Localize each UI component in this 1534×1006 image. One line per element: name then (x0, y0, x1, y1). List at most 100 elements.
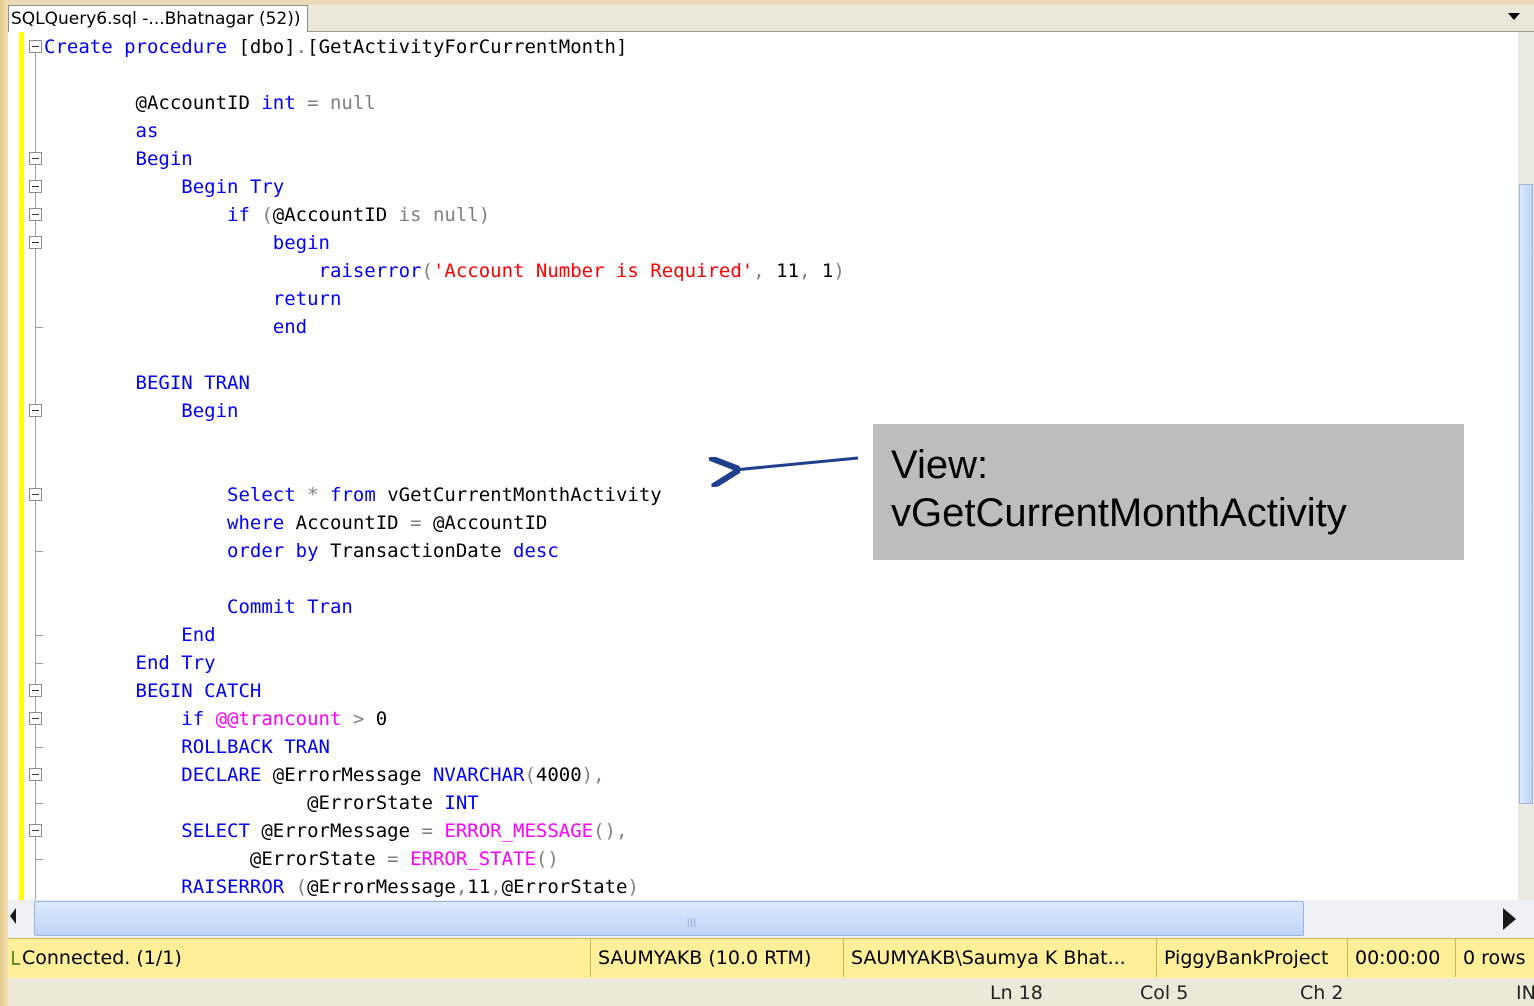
tab-sqlquery6[interactable]: SQLQuery6.sql -...Bhatnagar (52)) (8, 5, 308, 32)
row-count: 0 rows (1455, 939, 1533, 977)
fold-end-marker (35, 747, 43, 748)
collapse-toggle-icon[interactable] (29, 404, 42, 417)
code-token: INT (444, 792, 479, 814)
code-token: @ErrorState (44, 848, 388, 870)
code-token: 4000 (535, 764, 582, 786)
code-line[interactable]: End (44, 621, 845, 649)
code-token: @ErrorMessage (307, 876, 456, 898)
code-line[interactable] (44, 565, 845, 593)
vertical-scroll-thumb[interactable] (1519, 184, 1533, 804)
code-line[interactable]: begin (44, 229, 845, 257)
code-line[interactable]: @AccountID int = null (44, 89, 845, 117)
horizontal-scroll-thumb[interactable]: ||| (34, 901, 1304, 936)
horizontal-scrollbar[interactable]: ||| (8, 900, 1534, 938)
code-line[interactable]: end (44, 313, 845, 341)
code-line[interactable]: End Try (44, 649, 845, 677)
code-token: @AccountID (432, 512, 548, 534)
code-line[interactable] (44, 61, 845, 89)
code-line[interactable]: order by TransactionDate desc (44, 537, 845, 565)
code-line[interactable]: ROLLBACK TRAN (44, 733, 845, 761)
window-left-edge (0, 0, 8, 1006)
code-line[interactable]: Begin (44, 145, 845, 173)
code-line[interactable]: DECLARE @ErrorMessage NVARCHAR(4000), (44, 761, 845, 789)
code-line[interactable]: where AccountID = @AccountID (44, 509, 845, 537)
database-name: PiggyBankProject (1156, 939, 1335, 977)
code-line[interactable]: RAISERROR (@ErrorMessage,11,@ErrorState) (44, 873, 845, 900)
code-token: @AccountID (44, 92, 262, 114)
code-line[interactable]: raiserror('Account Number is Required', … (44, 257, 845, 285)
login-name: SAUMYAKB\Saumya K Bhat... (843, 939, 1133, 977)
code-line[interactable]: @ErrorState = ERROR_STATE() (44, 845, 845, 873)
code-token: ) (833, 260, 845, 282)
collapse-toggle-icon[interactable] (29, 236, 42, 249)
code-line[interactable]: @ErrorState INT (44, 789, 845, 817)
code-token: where (44, 512, 296, 534)
fold-end-marker (35, 327, 43, 328)
code-token: as (44, 120, 159, 142)
code-line[interactable]: BEGIN TRAN (44, 369, 845, 397)
change-tracking-bar (19, 32, 24, 900)
grip-icon: ||| (687, 917, 698, 927)
code-token: from (330, 484, 388, 506)
code-token: ( (524, 764, 536, 786)
code-token: = (387, 848, 411, 870)
view-callout: View: vGetCurrentMonthActivity (873, 424, 1464, 560)
code-line[interactable]: Commit Tran (44, 593, 845, 621)
code-token: Begin (44, 400, 239, 422)
fold-end-marker (35, 551, 43, 552)
collapse-toggle-icon[interactable] (29, 768, 42, 781)
code-token: = (421, 820, 445, 842)
collapse-toggle-icon[interactable] (29, 180, 42, 193)
code-token: end (44, 316, 308, 338)
code-token: int (261, 92, 296, 114)
arrow-left-icon[interactable] (10, 908, 16, 924)
code-token: Select (44, 484, 308, 506)
code-line[interactable]: Create procedure [dbo].[GetActivityForCu… (44, 33, 845, 61)
vertical-scrollbar[interactable] (1518, 32, 1534, 900)
code-token: . (295, 36, 308, 58)
code-token: * (307, 484, 330, 506)
code-line[interactable]: Begin Try (44, 173, 845, 201)
editor-position-bar: Ln 18 Col 5 Ch 2 IN (8, 978, 1534, 1006)
code-token: BEGIN TRAN (44, 372, 250, 394)
code-token: [GetActivityForCurrentMonth] (307, 36, 628, 58)
code-token: BEGIN CATCH (44, 680, 262, 702)
arrow-right-icon[interactable] (1503, 908, 1516, 930)
code-token: () (535, 848, 559, 870)
code-token: , (455, 876, 468, 898)
fold-end-marker (35, 635, 43, 636)
code-token: 0 (375, 708, 388, 730)
code-token: ( (249, 204, 273, 226)
code-line[interactable]: Select * from vGetCurrentMonthActivity (44, 481, 845, 509)
code-token: 1 (821, 260, 834, 282)
code-line[interactable]: if @@trancount > 0 (44, 705, 845, 733)
code-line[interactable]: return (44, 285, 845, 313)
code-token: @ErrorState (44, 792, 445, 814)
collapse-toggle-icon[interactable] (29, 684, 42, 697)
code-token: ), (581, 764, 605, 786)
code-line[interactable]: BEGIN CATCH (44, 677, 845, 705)
collapse-toggle-icon[interactable] (29, 824, 42, 837)
code-line[interactable]: as (44, 117, 845, 145)
code-line[interactable]: SELECT @ErrorMessage = ERROR_MESSAGE(), (44, 817, 845, 845)
fold-end-marker (35, 663, 43, 664)
insert-mode: IN (1516, 982, 1534, 1004)
connection-status: Connected. (1/1) (12, 939, 182, 977)
code-token: Begin Try (44, 176, 285, 198)
code-line[interactable]: Begin (44, 397, 845, 425)
code-line[interactable]: if (@AccountID is null) (44, 201, 845, 229)
code-token: Create procedure (44, 36, 239, 58)
code-token: @@trancount (215, 708, 353, 730)
collapse-toggle-icon[interactable] (29, 40, 42, 53)
collapse-toggle-icon[interactable] (29, 712, 42, 725)
chevron-down-icon[interactable] (1508, 13, 1520, 20)
code-token: 11 (776, 260, 800, 282)
connection-icon (12, 951, 20, 965)
code-line[interactable] (44, 341, 845, 369)
line-number: Ln 18 (990, 982, 1043, 1004)
code-token: raiserror (44, 260, 422, 282)
collapse-toggle-icon[interactable] (29, 488, 42, 501)
collapse-toggle-icon[interactable] (29, 152, 42, 165)
collapse-toggle-icon[interactable] (29, 208, 42, 221)
code-token: (), (593, 820, 628, 842)
